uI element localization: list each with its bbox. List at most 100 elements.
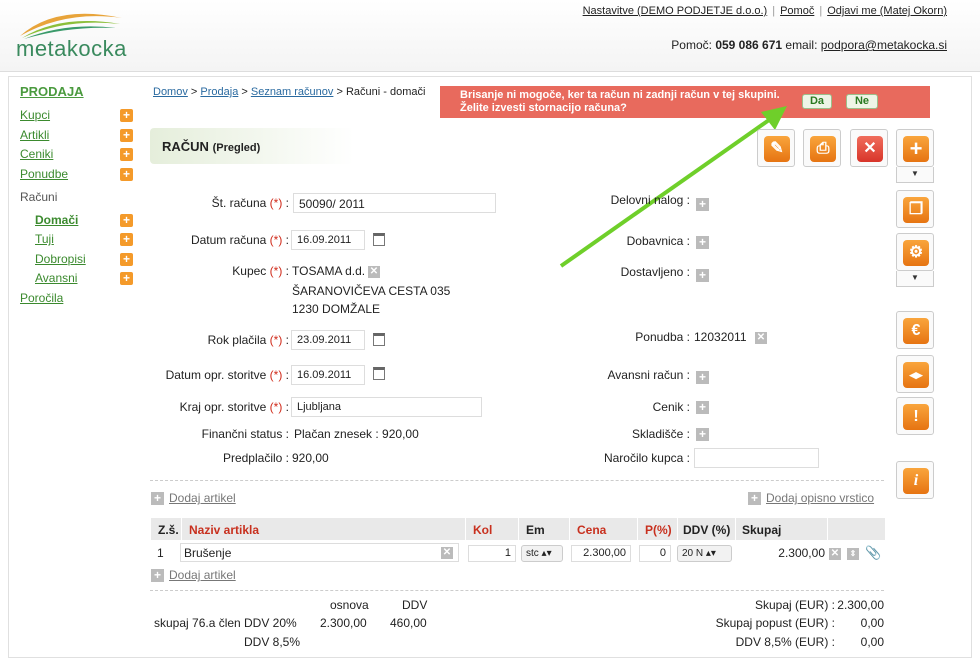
sidebar-item-domaci[interactable]: Domači +	[20, 212, 140, 232]
settings-button[interactable]: ⚙	[896, 233, 934, 271]
invoice-no-label: Št. računa (*) :	[211, 196, 289, 210]
logout-link[interactable]: Odjavi me (Matej Okorn)	[827, 5, 947, 17]
logo[interactable]: metakocka	[16, 36, 127, 62]
vat85-total-label: DDV 8,5% (EUR) :	[735, 635, 835, 649]
warning-button[interactable]: !	[896, 397, 934, 435]
sum-value: 2.300,00	[837, 598, 884, 612]
pricelist-label: Cenik :	[652, 400, 690, 414]
sidebar-item-dobropisi[interactable]: Dobropisi +	[20, 251, 140, 271]
add-delivery-note-icon[interactable]: +	[696, 236, 709, 249]
breadcrumb-prodaja[interactable]: Prodaja	[200, 86, 238, 98]
pencil-icon: ✎	[764, 136, 790, 162]
alert-yes-button[interactable]: Da	[802, 94, 832, 109]
price-field[interactable]: 2.300,00	[571, 545, 631, 562]
split-button[interactable]: ◂▸	[896, 355, 934, 393]
calendar-icon[interactable]	[373, 367, 385, 380]
customer-label: Kupec (*) :	[232, 264, 289, 278]
add-item-link-bottom[interactable]: Dodaj artikel	[169, 568, 236, 582]
sidebar-item-avansni[interactable]: Avansni +	[20, 270, 140, 290]
vat-select[interactable]: 20 N ▴▾	[677, 545, 732, 562]
work-order-label: Delovni nalog :	[610, 193, 690, 207]
support-email-link[interactable]: podpora@metakocka.si	[821, 38, 947, 52]
sidebar-item-ceniki[interactable]: Ceniki +	[20, 146, 140, 166]
totals-base-value: 2.300,00	[320, 616, 367, 630]
settings-link[interactable]: Nastavitve (DEMO PODJETJE d.o.o.)	[583, 5, 768, 17]
sidebar-item-tuji[interactable]: Tuji +	[20, 231, 140, 251]
add-domaci-icon[interactable]: +	[120, 213, 133, 227]
exclamation-icon: !	[903, 404, 929, 430]
breadcrumb-seznam-racunov[interactable]: Seznam računov	[251, 86, 334, 98]
add-advance-invoice-icon[interactable]: +	[696, 371, 709, 384]
divider	[150, 590, 884, 591]
due-date-label: Rok plačila (*) :	[207, 333, 289, 347]
invoice-date-label: Datum računa (*) :	[190, 233, 289, 247]
split-icon: ◂▸	[903, 362, 929, 388]
service-place-label: Kraj opr. storitve (*) :	[179, 400, 289, 414]
print-button[interactable]: ⎙	[803, 129, 841, 167]
delete-row-icon[interactable]: ✕	[829, 548, 841, 560]
add-artikli-icon[interactable]: +	[120, 128, 133, 142]
col-name: Naziv artikla	[189, 523, 260, 537]
settings-dropdown[interactable]: ▼	[896, 271, 934, 287]
payment-button[interactable]: €	[896, 311, 934, 349]
move-row-icon[interactable]: ⇕	[847, 548, 859, 560]
col-no: Z.š.	[158, 523, 179, 537]
items-table-header: Z.š. Naziv artikla Kol Em Cena P(%) DDV …	[151, 518, 885, 540]
add-warehouse-icon[interactable]: +	[696, 428, 709, 441]
add-ponudbe-icon[interactable]: +	[120, 167, 133, 181]
invoice-no-field[interactable]: 50090/ 2011	[293, 193, 496, 213]
add-tuji-icon[interactable]: +	[120, 233, 133, 246]
info-button[interactable]: i	[896, 461, 934, 499]
add-ceniki-icon[interactable]: +	[120, 148, 133, 161]
clear-item-icon[interactable]: ✕	[441, 547, 453, 559]
add-kupci-icon[interactable]: +	[120, 109, 133, 122]
breadcrumb-domov[interactable]: Domov	[153, 86, 188, 98]
top-links: Nastavitve (DEMO PODJETJE d.o.o.) | Pomoč |…	[582, 5, 947, 17]
totals-vat20-label: DDV 20%	[244, 616, 297, 630]
copy-icon: ❐	[903, 197, 929, 223]
totals-vat85-label: DDV 8,5%	[244, 635, 301, 649]
add-avansni-icon[interactable]: +	[120, 272, 133, 285]
help-link[interactable]: Pomoč	[780, 5, 814, 17]
item-name-field[interactable]: Brušenje	[180, 543, 459, 562]
service-place-field[interactable]: Ljubljana	[291, 397, 482, 417]
calendar-icon[interactable]	[373, 233, 385, 246]
add-new-button[interactable]: +	[896, 129, 934, 167]
sidebar-item-ponudbe[interactable]: Ponudbe +	[20, 166, 140, 186]
col-vat: DDV (%)	[683, 523, 731, 537]
prepaid-label: Predplačilo :	[222, 451, 289, 465]
discount-field[interactable]: 0	[639, 545, 671, 562]
calendar-icon[interactable]	[373, 333, 385, 346]
service-date-field[interactable]: 16.09.2011	[291, 365, 365, 385]
add-dobropisi-icon[interactable]: +	[120, 252, 133, 266]
alert-no-button[interactable]: Ne	[846, 94, 878, 109]
add-work-order-icon[interactable]: +	[696, 198, 709, 211]
customer-name: TOSAMA d.d.	[292, 264, 366, 278]
logo-swoosh-icon	[20, 13, 122, 39]
attachment-icon[interactable]: 📎	[865, 545, 881, 561]
unit-select[interactable]: stc ▴▾	[521, 545, 563, 562]
qty-field[interactable]: 1	[468, 545, 516, 562]
sidebar-item-kupci[interactable]: Kupci +	[20, 107, 140, 127]
add-new-dropdown[interactable]: ▼	[896, 167, 934, 183]
due-date-field[interactable]: 23.09.2011	[291, 330, 365, 350]
add-pricelist-icon[interactable]: +	[696, 401, 709, 414]
add-item-link[interactable]: Dodaj artikel	[169, 491, 236, 505]
add-delivered-icon[interactable]: +	[696, 269, 709, 282]
edit-button[interactable]: ✎	[757, 129, 795, 167]
remove-customer-icon[interactable]: ✕	[368, 266, 380, 278]
sidebar-item-artikli[interactable]: Artikli +	[20, 127, 140, 147]
copy-button[interactable]: ❐	[896, 190, 934, 228]
sidebar-section-prodaja[interactable]: PRODAJA	[20, 84, 140, 99]
remove-quote-icon[interactable]: ✕	[755, 332, 767, 344]
sidebar-item-porocila[interactable]: Poročila	[20, 290, 140, 310]
col-total: Skupaj	[742, 523, 782, 537]
delete-button[interactable]: ✕	[850, 129, 888, 167]
help-line: Pomoč: 059 086 671 email: podpora@metako…	[671, 38, 947, 52]
sidebar-item-racuni: Računi	[20, 190, 58, 204]
add-description-link[interactable]: Dodaj opisno vrstico	[766, 491, 874, 505]
col-unit: Em	[526, 523, 545, 537]
customer-order-field[interactable]	[694, 448, 819, 468]
invoice-date-field[interactable]: 16.09.2011	[291, 230, 365, 250]
divider	[150, 480, 884, 481]
